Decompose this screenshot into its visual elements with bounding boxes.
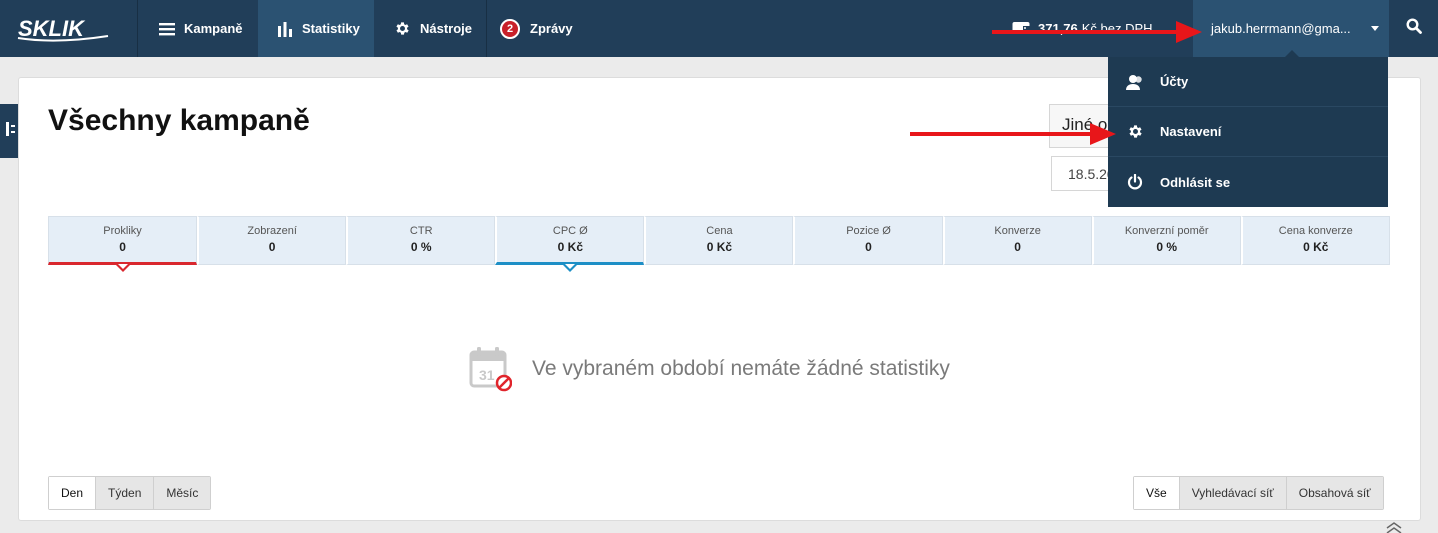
metric-label: Cena konverze bbox=[1278, 225, 1353, 237]
selection-marker-inner bbox=[565, 264, 576, 269]
user-menu-toggle[interactable]: jakub.herrmann@gma... bbox=[1193, 0, 1389, 57]
network-search-button[interactable]: Vyhledávací síť bbox=[1178, 477, 1286, 509]
annotation-arrow-icon bbox=[992, 21, 1202, 43]
metric-value: 0 Kč bbox=[1303, 240, 1329, 254]
menu-item-label: Odhlásit se bbox=[1160, 174, 1231, 190]
metric-tabs: Prokliky 0 Zobrazení 0 CTR 0 % CPC Ø 0 K… bbox=[48, 216, 1390, 272]
svg-text:SKLIK: SKLIK bbox=[18, 16, 86, 41]
network-content-button[interactable]: Obsahová síť bbox=[1285, 477, 1383, 509]
metric-tab-ctr[interactable]: CTR 0 % bbox=[346, 216, 496, 265]
nav-item-zpravy[interactable]: 2 Zprávy bbox=[487, 0, 597, 57]
unread-count-badge: 2 bbox=[500, 18, 520, 39]
menu-icon bbox=[159, 22, 175, 36]
scroll-to-top-icon[interactable] bbox=[1384, 520, 1404, 533]
empty-state: 31 Ve vybraném období nemáte žádné stati… bbox=[468, 346, 950, 392]
selection-marker-inner bbox=[117, 264, 128, 269]
metric-tab-cena-konverze[interactable]: Cena konverze 0 Kč bbox=[1240, 216, 1390, 265]
user-email: jakub.herrmann@gma... bbox=[1211, 21, 1351, 36]
search-icon bbox=[1405, 18, 1422, 39]
metric-tab-cena[interactable]: Cena 0 Kč bbox=[644, 216, 794, 265]
menu-item-odhlasit[interactable]: Odhlásit se bbox=[1108, 157, 1388, 207]
metric-value: 0 bbox=[268, 240, 276, 254]
gear-icon bbox=[394, 20, 411, 37]
metric-value: 0 % bbox=[1156, 240, 1178, 254]
metric-tab-zobrazeni[interactable]: Zobrazení 0 bbox=[197, 216, 347, 265]
metric-label: CPC Ø bbox=[552, 225, 588, 237]
metric-label: Zobrazení bbox=[247, 225, 297, 237]
nav-item-nastroje[interactable]: Nástroje bbox=[375, 0, 485, 57]
menu-item-nastaveni[interactable]: Nastavení bbox=[1108, 107, 1388, 157]
menu-item-label: Účty bbox=[1160, 74, 1189, 89]
nav-item-label: Zprávy bbox=[530, 21, 573, 36]
metric-value: 0 bbox=[1014, 240, 1021, 254]
metric-tab-konverze[interactable]: Konverze 0 bbox=[942, 216, 1092, 265]
annotation-arrow-icon bbox=[910, 123, 1116, 145]
metric-value: 0 Kč bbox=[706, 240, 733, 254]
svg-text:31: 31 bbox=[479, 367, 495, 383]
metric-label: CTR bbox=[409, 225, 433, 237]
metric-tab-pozice[interactable]: Pozice Ø 0 bbox=[793, 216, 943, 265]
metric-value: 0 Kč bbox=[557, 240, 583, 254]
calendar-empty-icon: 31 bbox=[469, 347, 512, 392]
empty-state-message: Ve vybraném období nemáte žádné statisti… bbox=[532, 357, 950, 380]
search-button[interactable] bbox=[1389, 0, 1438, 57]
user-dropdown-menu: Účty Nastavení Odhlásit se bbox=[1108, 57, 1388, 207]
sklik-logo[interactable]: SKLIK bbox=[16, 14, 112, 42]
metric-tab-cpc[interactable]: CPC Ø 0 Kč bbox=[495, 216, 645, 272]
page-title: Všechny kampaně bbox=[48, 104, 310, 137]
period-week-button[interactable]: Týden bbox=[95, 477, 154, 509]
period-month-button[interactable]: Měsíc bbox=[153, 477, 211, 509]
panel-icon bbox=[6, 120, 16, 143]
menu-item-ucty[interactable]: Účty bbox=[1108, 57, 1388, 107]
chevron-down-icon bbox=[1371, 26, 1379, 31]
network-toggle: Vše Vyhledávací síť Obsahová síť bbox=[1133, 476, 1384, 510]
users-icon bbox=[1126, 73, 1144, 91]
metric-value: 0 bbox=[119, 240, 126, 254]
metric-label: Konverze bbox=[994, 225, 1041, 237]
metric-value: 0 % bbox=[410, 240, 432, 254]
metric-value: 0 bbox=[865, 240, 872, 254]
nav-item-label: Statistiky bbox=[302, 21, 360, 36]
dropdown-pointer bbox=[1285, 50, 1299, 57]
metric-tab-konverzni-pomer[interactable]: Konverzní poměr 0 % bbox=[1091, 216, 1241, 265]
metric-label: Konverzní poměr bbox=[1124, 225, 1209, 237]
metric-tab-prokliky[interactable]: Prokliky 0 bbox=[48, 216, 198, 272]
nav-item-kampane[interactable]: Kampaně bbox=[138, 0, 257, 57]
power-icon bbox=[1126, 173, 1144, 191]
metric-label: Prokliky bbox=[103, 225, 142, 237]
gear-icon bbox=[1126, 123, 1144, 141]
metric-label: Cena bbox=[706, 225, 733, 237]
network-all-button[interactable]: Vše bbox=[1134, 477, 1179, 509]
metric-label: Pozice Ø bbox=[846, 225, 891, 237]
bar-chart-icon bbox=[277, 21, 293, 37]
period-toggle: Den Týden Měsíc bbox=[48, 476, 212, 510]
nav-item-label: Kampaně bbox=[184, 21, 243, 36]
menu-item-label: Nastavení bbox=[1160, 124, 1222, 139]
period-day-button[interactable]: Den bbox=[49, 477, 96, 509]
nav-item-statistiky[interactable]: Statistiky bbox=[258, 0, 374, 57]
nav-item-label: Nástroje bbox=[420, 21, 473, 36]
